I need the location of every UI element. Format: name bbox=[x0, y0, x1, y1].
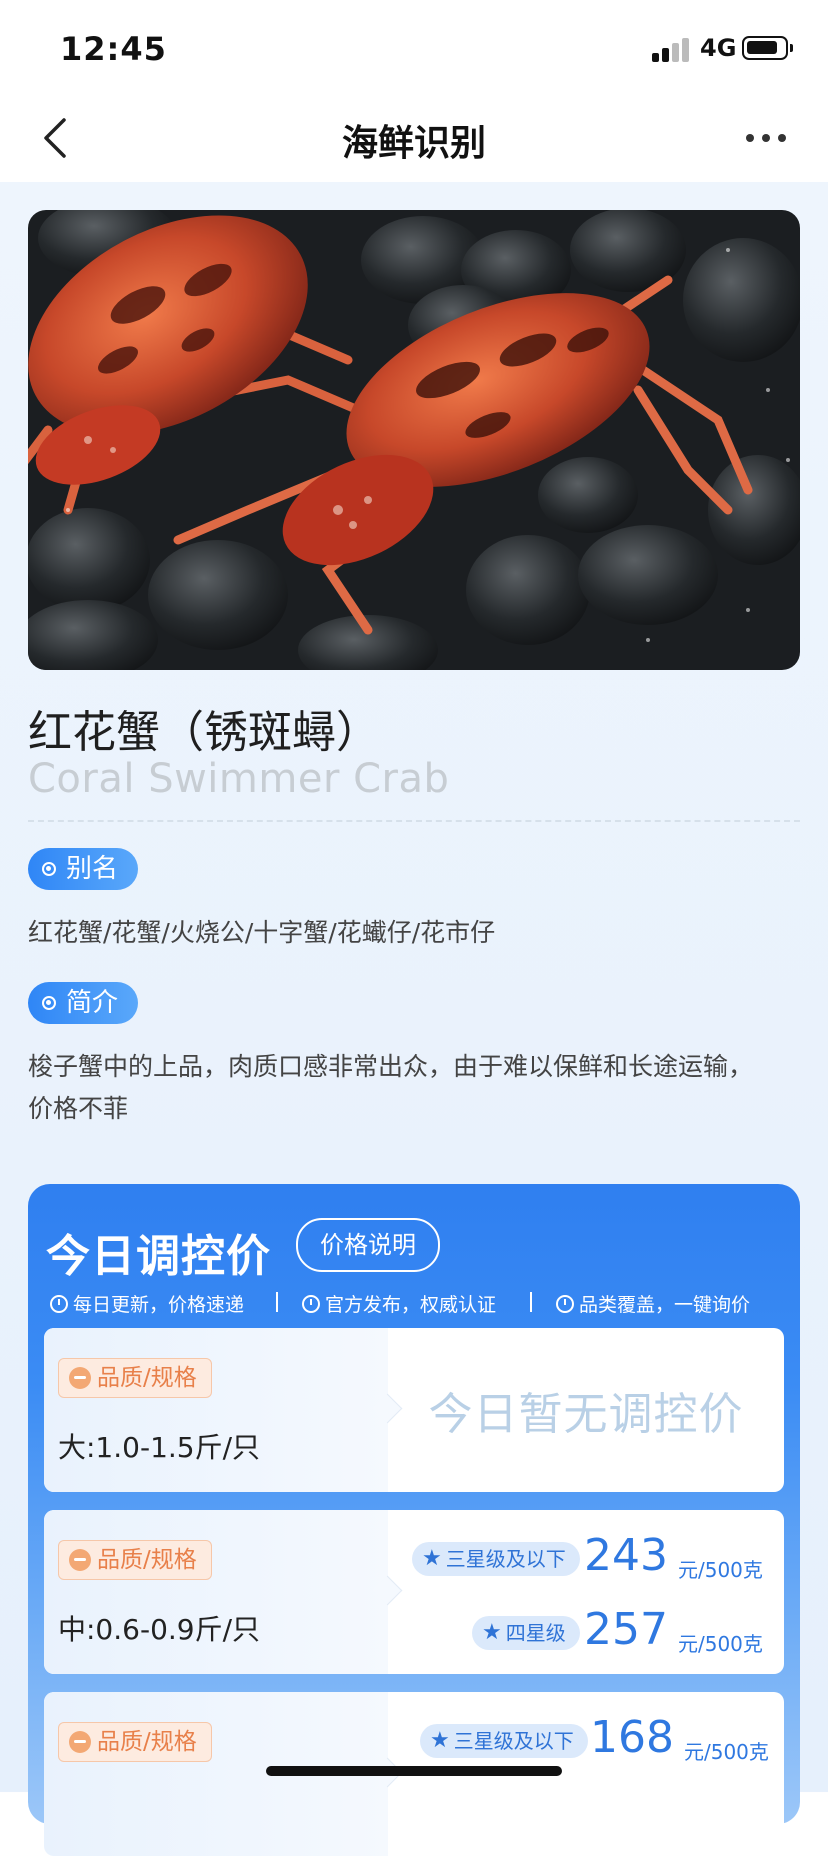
quality-icon bbox=[69, 1549, 91, 1571]
signal-icon bbox=[652, 36, 692, 62]
star-icon: ★ bbox=[430, 1728, 450, 1753]
grade-badge: ★ 四星级 bbox=[472, 1616, 580, 1650]
network-label: 4G bbox=[700, 34, 737, 62]
quality-icon bbox=[69, 1731, 91, 1753]
quality-tag: 品质/规格 bbox=[58, 1358, 212, 1398]
quality-tag: 品质/规格 bbox=[58, 1722, 212, 1762]
page-title: 海鲜识别 bbox=[341, 123, 486, 164]
price-value: 168 bbox=[590, 1712, 674, 1763]
grade-badge: ★ 三星级及以下 bbox=[420, 1724, 588, 1758]
intro-label-text: 简介 bbox=[66, 988, 119, 1018]
spec-text: 大:1.0-1.5斤/只 bbox=[58, 1431, 261, 1464]
spec-text: 中:0.6-0.9斤/只 bbox=[58, 1613, 261, 1646]
price-title: 今日调控价 bbox=[46, 1231, 271, 1282]
no-price-text: 今日暂无调控价 bbox=[428, 1389, 744, 1440]
grade-label: 三星级及以下 bbox=[453, 1729, 574, 1753]
more-icon[interactable] bbox=[740, 116, 796, 160]
star-icon: ★ bbox=[422, 1546, 442, 1571]
species-name: 红花蟹（锈斑蟳） bbox=[28, 707, 380, 758]
clock-icon bbox=[50, 1294, 68, 1313]
feature-item: 官方发布，权威认证 bbox=[302, 1290, 496, 1317]
spec-panel: 品质/规格 大:1.0-1.5斤/只 bbox=[44, 1328, 388, 1492]
target-icon bbox=[42, 862, 56, 876]
grade-badge: ★ 三星级及以下 bbox=[412, 1542, 580, 1576]
home-indicator[interactable] bbox=[266, 1766, 562, 1776]
status-bar: 12:45 4G bbox=[0, 0, 828, 96]
feature-text: 官方发布，权威认证 bbox=[325, 1294, 497, 1316]
price-value: 257 bbox=[584, 1604, 668, 1655]
species-english-name: Coral Swimmer Crab bbox=[28, 756, 450, 802]
target-icon bbox=[42, 996, 56, 1010]
quality-icon bbox=[69, 1367, 91, 1389]
seafood-photo bbox=[28, 210, 800, 670]
alias-text: 红花蟹/花蟹/火烧公/十字蟹/花蠘仔/花市仔 bbox=[28, 918, 496, 947]
intro-text-line1: 梭子蟹中的上品，肉质口感非常出众，由于难以保鲜和长途运输， bbox=[28, 1052, 754, 1081]
feature-divider bbox=[530, 1292, 532, 1312]
alias-label: 别名 bbox=[28, 848, 139, 890]
battery-icon bbox=[742, 36, 793, 60]
quality-tag: 品质/规格 bbox=[58, 1540, 212, 1580]
feature-text: 每日更新，价格速递 bbox=[73, 1294, 245, 1316]
price-value: 243 bbox=[584, 1530, 668, 1581]
feature-divider bbox=[276, 1292, 278, 1312]
feature-item: 品类覆盖，一键询价 bbox=[556, 1290, 750, 1317]
price-row: 品质/规格 大:1.0-1.5斤/只 今日暂无调控价 bbox=[44, 1328, 784, 1492]
price-unit: 元/500克 bbox=[678, 1632, 763, 1656]
price-card: 今日调控价 价格说明 每日更新，价格速递 官方发布，权威认证 品类覆盖，一键询价… bbox=[28, 1184, 800, 1856]
divider bbox=[28, 820, 800, 822]
price-unit: 元/500克 bbox=[684, 1740, 769, 1764]
star-icon: ★ bbox=[482, 1620, 502, 1645]
badge-icon bbox=[302, 1294, 320, 1313]
grade-label: 三星级及以下 bbox=[445, 1547, 566, 1571]
price-unit: 元/500克 bbox=[678, 1558, 763, 1582]
status-time: 12:45 bbox=[60, 30, 167, 68]
quality-tag-text: 品质/规格 bbox=[97, 1365, 197, 1391]
intro-text-line2: 价格不菲 bbox=[28, 1094, 129, 1123]
feature-item: 每日更新，价格速递 bbox=[50, 1290, 244, 1317]
nav-bar: 海鲜识别 bbox=[0, 96, 828, 182]
spec-panel: 品质/规格 中:0.6-0.9斤/只 bbox=[44, 1510, 388, 1674]
alias-label-text: 别名 bbox=[66, 854, 119, 884]
feature-text: 品类覆盖，一键询价 bbox=[579, 1294, 751, 1316]
quality-tag-text: 品质/规格 bbox=[97, 1547, 197, 1573]
price-explain-button[interactable]: 价格说明 bbox=[296, 1218, 440, 1272]
quality-tag-text: 品质/规格 bbox=[97, 1729, 197, 1755]
price-row: 品质/规格 中:0.6-0.9斤/只 ★ 三星级及以下 243 元/500克 ★… bbox=[44, 1510, 784, 1674]
grade-label: 四星级 bbox=[505, 1621, 566, 1645]
location-icon bbox=[556, 1294, 574, 1313]
intro-label: 简介 bbox=[28, 982, 139, 1024]
